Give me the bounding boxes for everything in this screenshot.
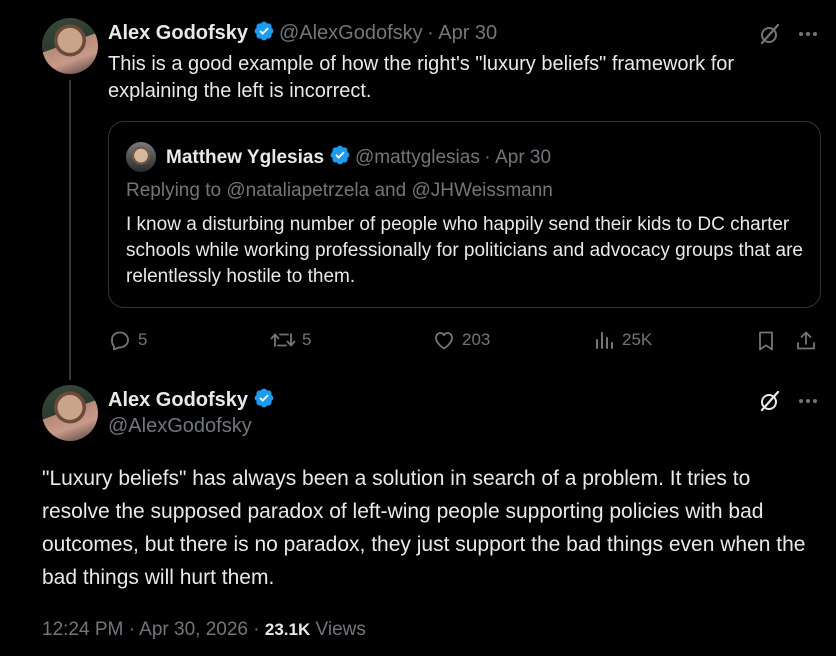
tweet-date[interactable]: Apr 30	[438, 22, 497, 44]
views-count[interactable]: 23.1K	[265, 620, 310, 639]
more-icon[interactable]	[796, 22, 820, 46]
quoted-date: Apr 30	[495, 147, 552, 168]
views-count: 25K	[622, 330, 653, 349]
grok-icon[interactable]	[758, 389, 782, 413]
views-button[interactable]: 25K	[594, 328, 652, 352]
separator: ·	[253, 619, 260, 640]
tweet-text: This is a good example of how the right'…	[108, 53, 735, 102]
grok-icon[interactable]	[758, 22, 782, 46]
repost-count: 5	[302, 330, 312, 349]
quoted-handle: @mattyglesias	[354, 147, 480, 168]
tweet-meta: 12:24 PM · Apr 30, 2026 · 23.1K Views	[42, 619, 366, 641]
replying-to: Replying to @nataliapetrzela and @JHWeis…	[126, 180, 553, 201]
bookmark-icon[interactable]	[754, 329, 778, 353]
like-icon	[432, 328, 456, 352]
quoted-author-name: Matthew Yglesias	[166, 147, 325, 168]
like-count: 203	[462, 330, 491, 349]
reply-button[interactable]: 5	[108, 328, 147, 352]
views-label: Views	[315, 619, 366, 640]
tweet-time[interactable]: 12:24 PM	[42, 619, 123, 640]
reply-count: 5	[138, 330, 148, 349]
reply-icon	[108, 328, 132, 352]
separator: ·	[484, 147, 491, 168]
author-handle[interactable]: @AlexGodofsky	[108, 415, 252, 438]
repost-icon	[270, 328, 296, 352]
author-handle[interactable]: @AlexGodofsky	[279, 22, 423, 44]
author-name[interactable]: Alex Godofsky	[108, 389, 248, 411]
verified-badge-icon	[253, 20, 275, 42]
share-icon[interactable]	[794, 329, 818, 353]
repost-button[interactable]: 5	[270, 328, 311, 352]
separator: ·	[128, 619, 135, 640]
main-author-row: Alex Godofsky	[108, 387, 275, 412]
verified-badge-icon	[329, 144, 351, 166]
quoted-text: I know a disturbing number of people who…	[126, 214, 803, 287]
main-tweet-text: "Luxury beliefs" has always been a solut…	[42, 467, 806, 589]
thread-line	[69, 80, 71, 380]
quoted-tweet[interactable]: Matthew Yglesias @mattyglesias · Apr 30 …	[108, 121, 821, 308]
views-icon	[594, 328, 616, 352]
tweet-date[interactable]: Apr 30, 2026	[139, 619, 248, 640]
separator: ·	[427, 22, 434, 44]
quoted-header: Matthew Yglesias @mattyglesias · Apr 30	[166, 144, 551, 169]
tweet-header: Alex Godofsky @AlexGodofsky · Apr 30	[108, 20, 497, 45]
verified-badge-icon	[253, 387, 275, 409]
like-button[interactable]: 203	[432, 328, 490, 352]
avatar[interactable]	[42, 385, 98, 441]
quoted-avatar	[126, 142, 156, 172]
more-icon[interactable]	[796, 389, 820, 413]
avatar[interactable]	[42, 18, 98, 74]
author-name[interactable]: Alex Godofsky	[108, 22, 248, 44]
